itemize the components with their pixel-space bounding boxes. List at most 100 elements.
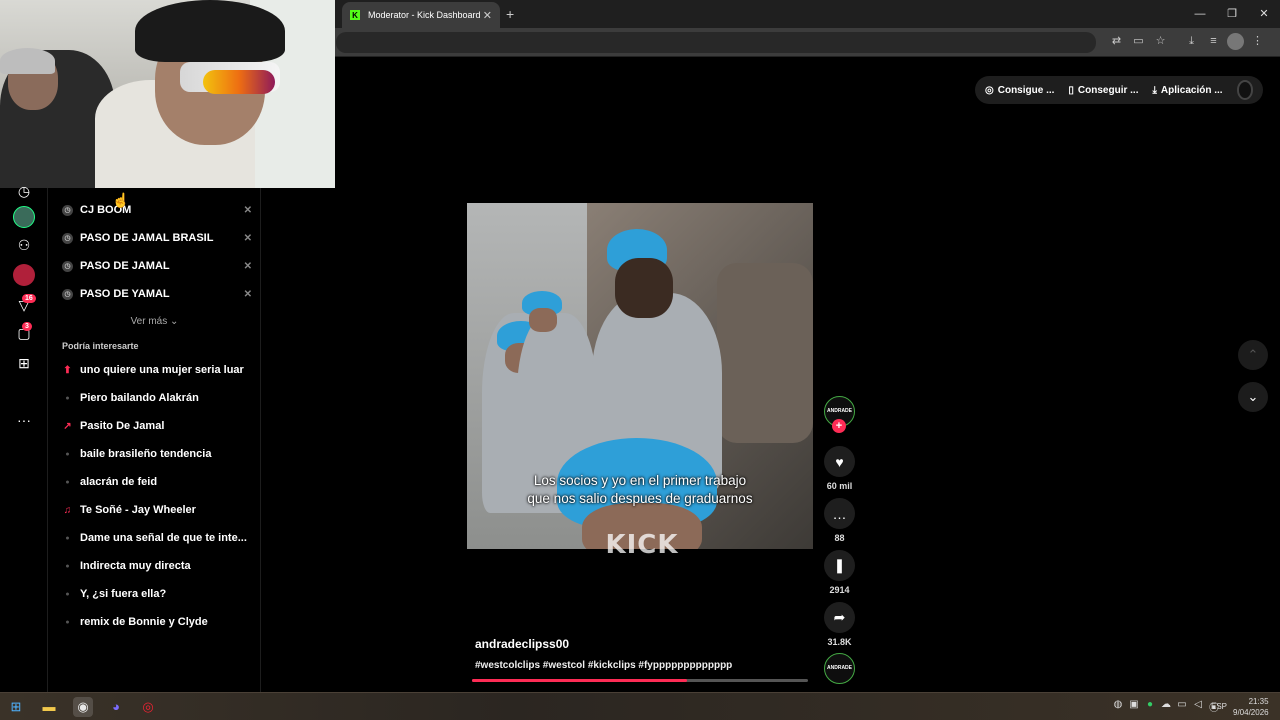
volume-icon[interactable]: ◁: [1192, 699, 1204, 714]
history-item[interactable]: ◷ CJ BOOM ✕: [62, 201, 252, 219]
translate-icon[interactable]: ⇄: [1108, 33, 1125, 50]
language-indicator[interactable]: ESP: [1211, 702, 1227, 711]
suggestion-item[interactable]: ● baile brasileño tendencia: [62, 445, 257, 463]
trending-up-icon: ⬆: [63, 364, 72, 376]
file-explorer-icon[interactable]: ▬: [39, 697, 59, 717]
history-item[interactable]: ◷ PASO DE JAMAL BRASIL ✕: [62, 229, 252, 247]
taskbar-clock[interactable]: 21:35 9/04/2026: [1233, 696, 1269, 718]
suggestion-label: remix de Bonnie y Clyde: [80, 616, 208, 628]
suggestion-item[interactable]: ⬆ uno quiere una mujer seria luar: [62, 361, 257, 379]
video-hashtags[interactable]: #westcolclips #westcol #kickclips #fyppp…: [475, 660, 732, 671]
suggestion-item[interactable]: ● Dame una señal de que te inte...: [62, 529, 257, 547]
get-app-label: Conseguir ...: [1077, 84, 1139, 96]
suggestion-item[interactable]: ● alacrán de feid: [62, 473, 257, 491]
obs-icon[interactable]: ◎: [138, 697, 158, 717]
remove-history-icon[interactable]: ✕: [244, 261, 252, 272]
remove-history-icon[interactable]: ✕: [244, 205, 252, 216]
remove-history-icon[interactable]: ✕: [244, 233, 252, 244]
cloud-icon[interactable]: ☁: [1160, 699, 1172, 714]
address-bar[interactable]: [336, 32, 1096, 53]
comment-button[interactable]: …: [824, 498, 855, 529]
following-avatar-icon[interactable]: [13, 264, 35, 286]
discord-icon[interactable]: ◕: [106, 697, 126, 717]
like-button[interactable]: ♥: [824, 446, 855, 477]
star-icon[interactable]: ☆: [1152, 33, 1169, 50]
suggestion-item[interactable]: ↗ Pasito De Jamal: [62, 417, 257, 435]
suggestion-item[interactable]: ● Indirecta muy directa: [62, 557, 257, 575]
dot-icon: ●: [65, 618, 70, 626]
share-count: 31.8K: [827, 637, 852, 647]
new-tab-button[interactable]: +: [506, 6, 514, 22]
suggestion-item[interactable]: ♫ Te Soñé - Jay Wheeler: [62, 501, 257, 519]
suggestion-item[interactable]: ● remix de Bonnie y Clyde: [62, 613, 257, 631]
see-more-button[interactable]: Ver más ⌄: [48, 316, 261, 327]
suggestion-item[interactable]: ● Y, ¿si fuera ella?: [62, 585, 257, 603]
suggestion-item[interactable]: ● Piero bailando Alakrán: [62, 389, 257, 407]
close-window-button[interactable]: ✕: [1248, 0, 1280, 28]
save-button[interactable]: ❚: [824, 550, 855, 581]
explore-icon[interactable]: ◷: [13, 180, 35, 202]
follow-plus-icon[interactable]: +: [832, 419, 846, 433]
download-icon[interactable]: ⤓: [1183, 33, 1200, 50]
browser-tab[interactable]: K Moderator - Kick Dashboard ✕: [342, 2, 500, 28]
share-icon: ➦: [833, 609, 846, 625]
chevron-down-icon: ⌄: [1247, 389, 1259, 404]
tab-close-icon[interactable]: ✕: [483, 9, 492, 22]
start-icon[interactable]: ⊞: [6, 697, 26, 717]
phone-icon: ▯: [1068, 84, 1074, 96]
chrome-icon[interactable]: ◉: [73, 697, 93, 717]
next-video-button[interactable]: ⌄: [1238, 382, 1268, 412]
restore-button[interactable]: ❐: [1216, 0, 1248, 28]
live-avatar-icon[interactable]: [13, 206, 35, 228]
friends-icon[interactable]: ⚇: [13, 234, 35, 256]
get-coins-label: Consigue ...: [997, 84, 1055, 96]
video-username[interactable]: andradeclipss00: [475, 637, 569, 651]
history-label: PASO DE JAMAL BRASIL: [80, 232, 214, 244]
network-icon[interactable]: ▭: [1176, 699, 1188, 714]
kick-favicon-icon: K: [350, 10, 360, 20]
profile-avatar[interactable]: [1236, 80, 1253, 100]
dot-icon: ●: [65, 590, 70, 598]
cast-icon[interactable]: ▭: [1130, 33, 1147, 50]
trend-icon: ↗: [63, 420, 72, 432]
top-actions-bar: ◎ Consigue ... ▯ Conseguir ... ⤓ Aplicación…: [975, 76, 1263, 104]
clock-icon: ◷: [62, 204, 73, 216]
comment-icon: …: [832, 505, 847, 522]
clock-time: 21:35: [1248, 697, 1269, 706]
status-icon[interactable]: ●: [1144, 699, 1156, 714]
nvidia-icon[interactable]: ▣: [1128, 699, 1140, 714]
minimize-button[interactable]: —: [1184, 0, 1216, 28]
suggestion-label: Dame una señal de que te inte...: [80, 532, 247, 544]
save-count: 2914: [829, 585, 850, 595]
clock-icon: ◷: [62, 288, 73, 300]
get-coins-button[interactable]: ◎ Consigue ...: [985, 85, 1054, 96]
remove-history-icon[interactable]: ✕: [244, 289, 252, 300]
search-panel: ◷ CJ BOOM ✕ ◷ PASO DE JAMAL BRASIL ✕ ◷ P…: [48, 188, 261, 692]
profile-icon[interactable]: [1227, 33, 1244, 50]
history-item[interactable]: ◷ PASO DE YAMAL ✕: [62, 285, 252, 303]
clock-icon: ◷: [62, 260, 73, 272]
dot-icon: ●: [65, 450, 70, 458]
desktop-app-label: Aplicación ...: [1160, 84, 1223, 96]
music-disc-avatar[interactable]: ANDRADE: [824, 653, 855, 684]
hand-cursor-icon: ☝: [112, 192, 130, 208]
suggestion-label: Y, ¿si fuera ella?: [80, 588, 167, 600]
history-item[interactable]: ◷ PASO DE JAMAL ✕: [62, 257, 252, 275]
subtitle-line-1: Los socios y yo en el primer trabajo: [533, 473, 747, 488]
dot-icon: ●: [65, 534, 70, 542]
suggestion-label: alacrán de feid: [80, 476, 158, 488]
media-icon[interactable]: ≡: [1205, 33, 1222, 50]
share-button[interactable]: ➦: [824, 602, 855, 633]
more-icon[interactable]: ···: [13, 409, 35, 431]
suggestion-label: Piero bailando Alakrán: [80, 392, 199, 404]
menu-icon[interactable]: ⋮: [1249, 33, 1266, 50]
get-app-button[interactable]: ▯ Conseguir ...: [1068, 85, 1138, 96]
webcam-overlay: [0, 0, 335, 188]
video-subtitle: Los socios y yo en el primer trabajo que…: [467, 472, 813, 508]
previous-video-button[interactable]: ⌃: [1238, 340, 1268, 370]
tray-app-icon[interactable]: ◍: [1112, 699, 1124, 714]
upload-icon[interactable]: ⊞: [13, 352, 35, 374]
suggestion-label: uno quiere una mujer seria luar: [80, 364, 244, 376]
desktop-app-button[interactable]: ⤓ Aplicación ...: [1152, 85, 1222, 96]
tab-title: Moderator - Kick Dashboard: [368, 10, 481, 20]
